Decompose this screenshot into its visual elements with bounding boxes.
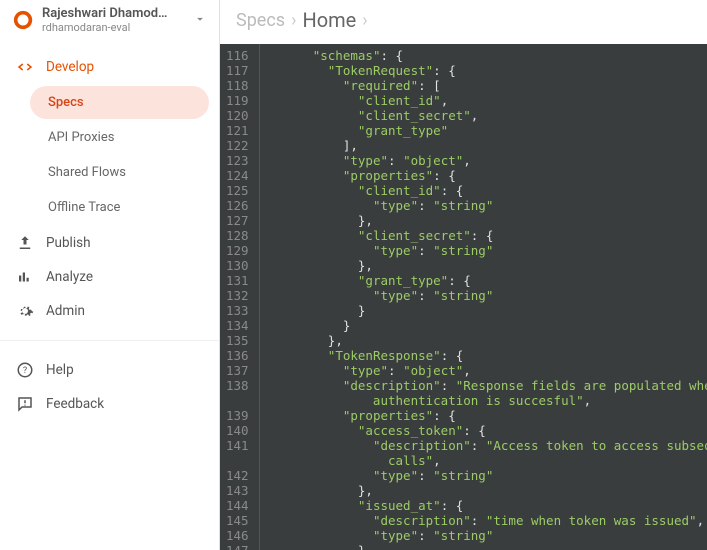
nav-api-proxies[interactable]: API Proxies	[30, 121, 209, 154]
chevron-down-icon	[193, 11, 207, 30]
nav-publish-label: Publish	[46, 235, 91, 251]
nav-offline-trace[interactable]: Offline Trace	[30, 191, 209, 224]
code-icon	[16, 58, 34, 76]
nav-admin[interactable]: Admin	[0, 294, 219, 328]
chevron-right-icon: ›	[362, 10, 367, 31]
gear-icon	[16, 302, 34, 320]
line-gutter: 116 117 118 119 120 121 122 123 124 125 …	[220, 44, 260, 550]
account-text: Rajeshwari Dhamod… rdhamodaran-eval	[42, 6, 185, 34]
nav-help-label: Help	[46, 362, 74, 378]
nav-analyze-label: Analyze	[46, 269, 93, 285]
nav-develop-label: Develop	[46, 59, 94, 75]
sidebar: Rajeshwari Dhamod… rdhamodaran-eval Deve…	[0, 0, 220, 550]
nav-help[interactable]: ? Help	[0, 353, 219, 387]
nav-feedback-label: Feedback	[46, 396, 104, 412]
breadcrumb-parent[interactable]: Specs	[236, 10, 285, 31]
code-editor[interactable]: 116 117 118 119 120 121 122 123 124 125 …	[220, 44, 707, 550]
nav-section-support: ? Help Feedback	[0, 340, 219, 427]
nav-section-develop: Develop Specs API Proxies Shared Flows O…	[0, 44, 219, 334]
nav-publish[interactable]: Publish	[0, 226, 219, 260]
account-name: Rajeshwari Dhamod…	[42, 6, 185, 21]
nav-admin-label: Admin	[46, 303, 85, 319]
breadcrumb: Specs › Home ›	[220, 0, 707, 44]
svg-text:?: ?	[23, 366, 27, 376]
breadcrumb-current: Home	[302, 8, 356, 32]
chevron-right-icon: ›	[291, 10, 296, 31]
nav-feedback[interactable]: Feedback	[0, 387, 219, 421]
nav-specs[interactable]: Specs	[30, 86, 209, 119]
code-content[interactable]: "schemas": { "TokenRequest": { "required…	[260, 44, 707, 550]
account-org: rdhamodaran-eval	[42, 21, 185, 34]
publish-icon	[16, 234, 34, 252]
analyze-icon	[16, 268, 34, 286]
nav-develop[interactable]: Develop	[0, 50, 219, 84]
account-switcher[interactable]: Rajeshwari Dhamod… rdhamodaran-eval	[0, 4, 219, 44]
help-icon: ?	[16, 361, 34, 379]
feedback-icon	[16, 395, 34, 413]
nav-analyze[interactable]: Analyze	[0, 260, 219, 294]
apigee-logo-icon	[12, 9, 34, 31]
nav-shared-flows[interactable]: Shared Flows	[30, 156, 209, 189]
main: Specs › Home › 116 117 118 119 120 121 1…	[220, 0, 707, 550]
nav-develop-children: Specs API Proxies Shared Flows Offline T…	[0, 86, 219, 224]
